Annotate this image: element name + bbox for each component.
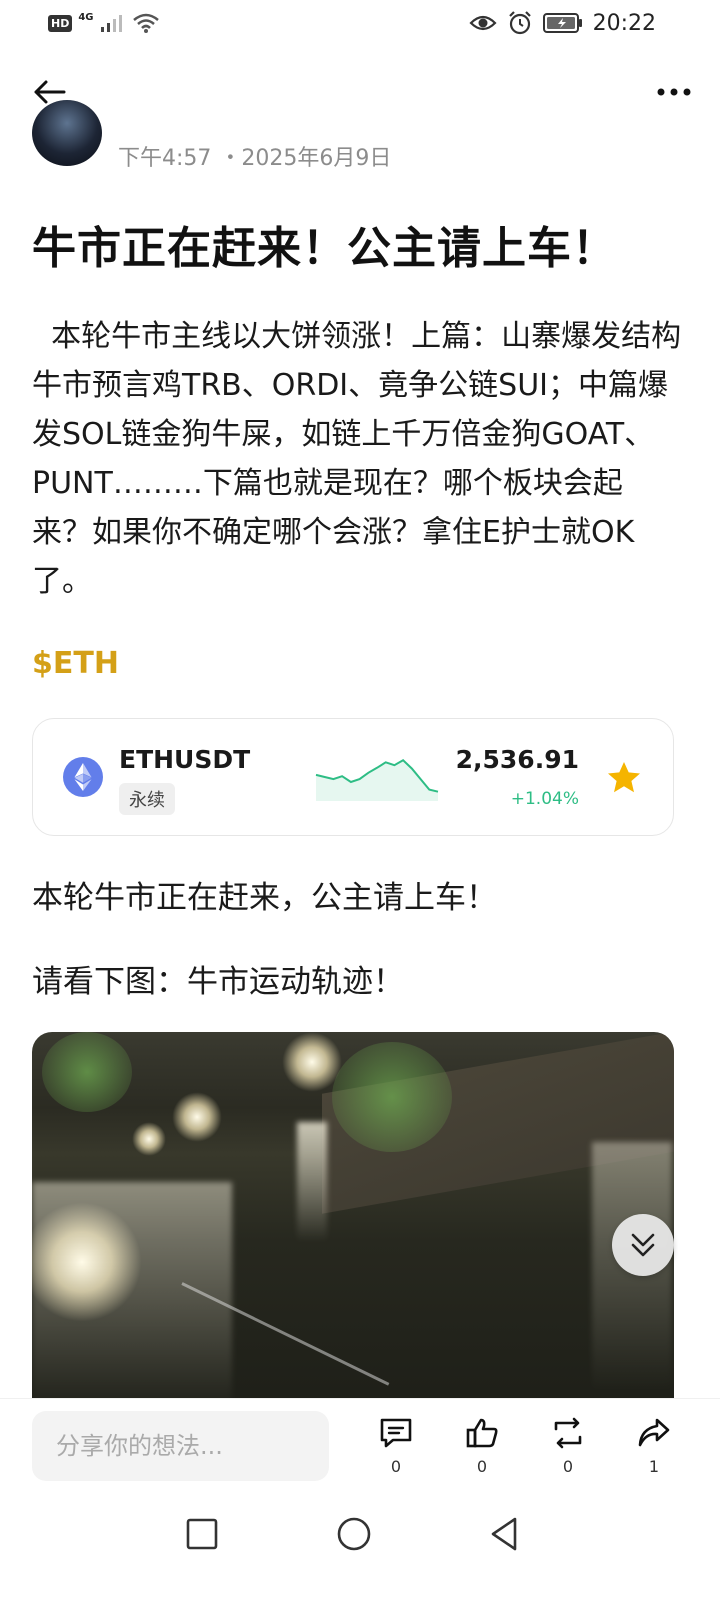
- ticker-type-badge: 永续: [119, 783, 175, 815]
- image-tree: [42, 1032, 132, 1112]
- post-paragraph: 本轮牛市正在赶来，公主请上车！: [32, 880, 497, 916]
- image-reflection: [32, 1182, 232, 1412]
- comment-input[interactable]: [32, 1411, 329, 1481]
- ticker-symbol: ETHUSDT: [119, 745, 251, 774]
- price-sparkline: [315, 758, 439, 801]
- top-nav: [0, 62, 720, 122]
- more-horizontal-icon: [657, 88, 691, 96]
- post-body: 本轮牛市主线以大饼领涨！上篇：山寨爆发结构牛市预言鸡TRB、ORDI、竟争公链S…: [32, 319, 682, 599]
- more-options-button[interactable]: [654, 72, 694, 112]
- scroll-down-button[interactable]: [612, 1214, 674, 1276]
- image-tree: [332, 1042, 452, 1152]
- repost-icon: [554, 1417, 582, 1449]
- image-light: [282, 1032, 342, 1092]
- post-date: ・2025年6月9日: [219, 146, 392, 171]
- hd-badge: HD: [48, 14, 73, 32]
- status-bar: HD 4G 20:22: [0, 0, 720, 48]
- comment-button[interactable]: 0: [366, 1417, 426, 1481]
- status-right: 20:22: [469, 10, 656, 36]
- alarm-icon: [508, 11, 531, 35]
- share-count: 1: [648, 1457, 660, 1476]
- status-time: 20:22: [592, 10, 656, 36]
- like-count: 0: [476, 1457, 488, 1476]
- battery-icon: [542, 13, 582, 33]
- cashtag-link[interactable]: $ETH: [32, 646, 119, 681]
- image-reflection: [297, 1122, 327, 1242]
- comment-icon: [380, 1418, 412, 1448]
- share-button[interactable]: 1: [624, 1417, 684, 1481]
- share-icon: [638, 1418, 670, 1447]
- comment-count: 0: [390, 1457, 402, 1476]
- system-nav-bar: [0, 1500, 720, 1600]
- status-left: HD 4G: [48, 12, 160, 34]
- back-triangle-icon[interactable]: [484, 1514, 524, 1554]
- post-title: 牛市正在赶来！公主请上车！: [32, 223, 617, 274]
- post-paragraph: 请看下图：牛市运动轨迹！: [32, 964, 404, 1000]
- ticker-card[interactable]: ETHUSDT 永续 2,536.91 +1.04%: [32, 718, 674, 836]
- image-light: [132, 1122, 166, 1156]
- signal-icon: [100, 15, 122, 32]
- chevron-double-down-icon: [631, 1233, 655, 1257]
- home-circle-icon[interactable]: [334, 1514, 374, 1554]
- repost-count: 0: [562, 1457, 574, 1476]
- ethereum-icon: [63, 757, 103, 797]
- post-time: 下午4:57: [118, 146, 212, 171]
- author-avatar[interactable]: [32, 100, 102, 166]
- favorite-star-icon[interactable]: [605, 759, 643, 797]
- repost-button[interactable]: 0: [538, 1417, 598, 1481]
- wifi-icon: [132, 13, 159, 33]
- sparkline-area: [316, 760, 438, 801]
- like-button[interactable]: 0: [452, 1417, 512, 1481]
- ticker-price: 2,536.91: [455, 745, 579, 774]
- network-type: 4G: [78, 11, 94, 23]
- ticker-change: +1.04%: [510, 789, 579, 809]
- post-meta: 下午4:57 ・2025年6月9日: [118, 140, 391, 172]
- thumbs-up-icon: [466, 1418, 498, 1448]
- eye-icon: [469, 15, 497, 31]
- post-image[interactable]: [32, 1032, 674, 1412]
- image-light: [172, 1092, 222, 1142]
- recent-apps-square-icon[interactable]: [182, 1514, 222, 1554]
- bottom-action-bar: 0 0 0 1: [0, 1398, 720, 1496]
